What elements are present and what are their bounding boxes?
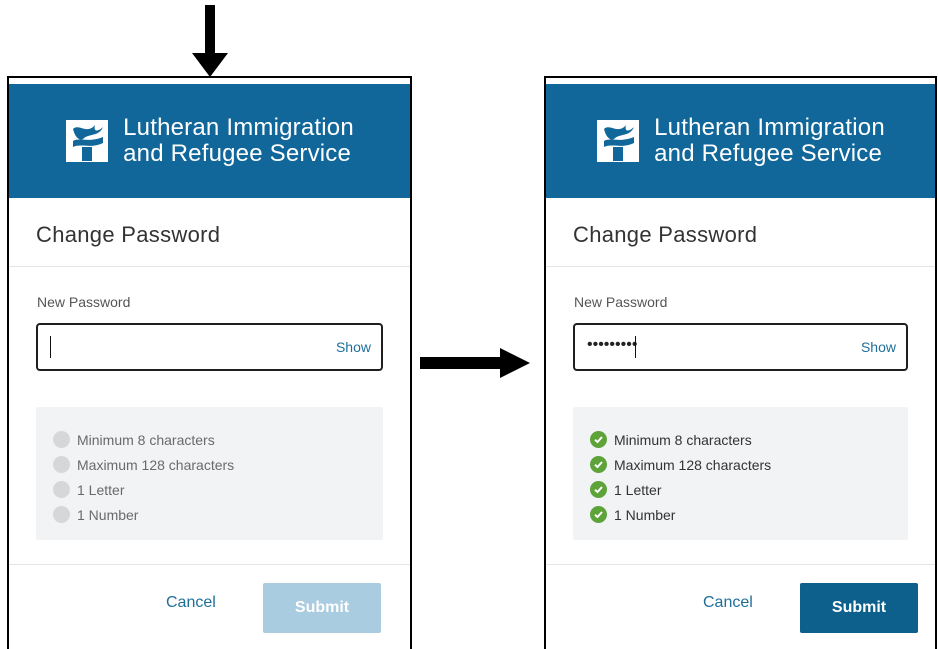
requirement-text: Maximum 128 characters [77,456,235,473]
requirement-number: 1 Number [590,502,771,527]
check-circle-icon [590,506,607,523]
requirement-text: 1 Letter [614,481,662,498]
text-caret [50,336,51,358]
divider [9,266,410,267]
cancel-button[interactable]: Cancel [703,594,753,612]
text-caret [635,336,636,358]
password-requirements: Minimum 8 characters Maximum 128 charact… [573,407,908,540]
requirement-min-length: Minimum 8 characters [53,427,234,452]
arrow-right-icon [420,348,530,378]
new-password-input[interactable]: ••••••••• Show [573,323,908,371]
requirement-text: Minimum 8 characters [77,431,215,448]
requirement-max-length: Maximum 128 characters [590,452,771,477]
requirement-text: Minimum 8 characters [614,431,752,448]
check-circle-icon [590,431,607,448]
change-password-card: Lutheran Immigration and Refugee Service… [546,84,935,649]
brand-header: Lutheran Immigration and Refugee Service [9,84,410,198]
password-value: ••••••••• [587,336,638,353]
check-circle-icon [590,481,607,498]
brand-header: Lutheran Immigration and Refugee Service [546,84,935,198]
brand-line-2: and Refugee Service [654,140,883,167]
page-title: Change Password [573,222,758,247]
divider [9,564,410,565]
change-password-panel-before: Lutheran Immigration and Refugee Service… [7,76,412,649]
cancel-button[interactable]: Cancel [166,594,216,612]
pending-circle-icon [53,506,70,523]
requirement-letter: 1 Letter [53,477,234,502]
new-password-label: New Password [574,294,668,310]
submit-button[interactable]: Submit [800,583,918,633]
torch-logo-icon [66,120,109,162]
change-password-card: Lutheran Immigration and Refugee Service… [9,84,410,649]
show-password-button[interactable]: Show [861,339,896,355]
requirement-min-length: Minimum 8 characters [590,427,771,452]
brand-name: Lutheran Immigration and Refugee Service [123,115,354,167]
brand-name: Lutheran Immigration and Refugee Service [654,115,885,167]
show-password-button[interactable]: Show [336,339,371,355]
password-requirements: Minimum 8 characters Maximum 128 charact… [36,407,383,540]
requirement-max-length: Maximum 128 characters [53,452,234,477]
divider [546,266,935,267]
new-password-label: New Password [37,294,131,310]
pending-circle-icon [53,456,70,473]
requirement-letter: 1 Letter [590,477,771,502]
new-password-input[interactable]: Show [36,323,383,371]
requirement-text: 1 Letter [77,481,125,498]
divider [546,564,935,565]
brand-line-1: Lutheran Immigration [654,114,885,141]
pending-circle-icon [53,481,70,498]
brand-line-1: Lutheran Immigration [123,114,354,141]
page-title: Change Password [36,222,221,247]
arrow-down-icon [192,5,228,77]
requirement-number: 1 Number [53,502,234,527]
brand-line-2: and Refugee Service [123,140,352,167]
requirement-text: 1 Number [614,506,676,523]
submit-button[interactable]: Submit [263,583,381,633]
torch-logo-icon [597,120,640,162]
change-password-panel-after: Lutheran Immigration and Refugee Service… [544,76,937,649]
pending-circle-icon [53,431,70,448]
requirement-text: 1 Number [77,506,139,523]
requirement-text: Maximum 128 characters [614,456,772,473]
check-circle-icon [590,456,607,473]
